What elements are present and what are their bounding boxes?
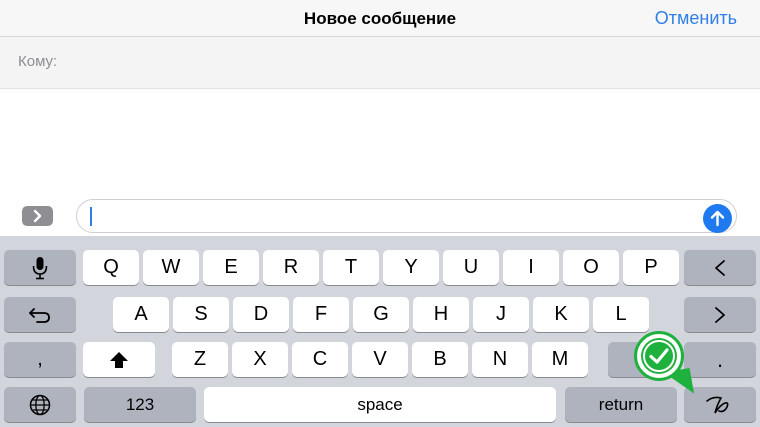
return-key[interactable]: return bbox=[565, 387, 677, 422]
conversation-area bbox=[0, 89, 760, 200]
dictation-key[interactable] bbox=[4, 250, 76, 285]
handwriting-icon bbox=[706, 396, 729, 413]
microphone-icon bbox=[32, 256, 48, 279]
key-w[interactable]: W bbox=[143, 250, 199, 285]
keyboard: Q W E R T Y U I O P A S D F G H J K L , … bbox=[0, 236, 760, 427]
key-i[interactable]: I bbox=[503, 250, 559, 285]
key-x[interactable]: X bbox=[232, 342, 288, 377]
key-y[interactable]: Y bbox=[383, 250, 439, 285]
backspace-icon bbox=[715, 259, 725, 276]
space-key[interactable]: space bbox=[204, 387, 556, 422]
backspace-key[interactable] bbox=[684, 250, 756, 285]
key-u[interactable]: U bbox=[443, 250, 499, 285]
handwriting-key[interactable] bbox=[684, 387, 756, 422]
numbers-key[interactable]: 123 bbox=[84, 387, 196, 422]
key-k[interactable]: K bbox=[533, 297, 589, 332]
chevron-right-icon bbox=[33, 209, 42, 223]
key-c[interactable]: C bbox=[292, 342, 348, 377]
key-g[interactable]: G bbox=[353, 297, 409, 332]
key-r[interactable]: R bbox=[263, 250, 319, 285]
text-caret bbox=[90, 207, 92, 226]
key-e[interactable]: E bbox=[203, 250, 259, 285]
key-b[interactable]: B bbox=[412, 342, 468, 377]
checkmark-icon bbox=[643, 340, 675, 372]
key-m[interactable]: M bbox=[532, 342, 588, 377]
key-a[interactable]: A bbox=[113, 297, 169, 332]
key-o[interactable]: O bbox=[563, 250, 619, 285]
send-button[interactable] bbox=[703, 204, 732, 233]
key-f[interactable]: F bbox=[293, 297, 349, 332]
key-n[interactable]: N bbox=[472, 342, 528, 377]
period-key[interactable]: . bbox=[684, 342, 756, 377]
key-t[interactable]: T bbox=[323, 250, 379, 285]
recipient-label: Кому: bbox=[18, 53, 58, 70]
globe-key[interactable] bbox=[4, 387, 76, 422]
key-v[interactable]: V bbox=[352, 342, 408, 377]
input-bar bbox=[0, 196, 760, 236]
key-h[interactable]: H bbox=[413, 297, 469, 332]
checkmark-badge bbox=[634, 331, 684, 381]
redo-icon bbox=[715, 306, 725, 323]
key-d[interactable]: D bbox=[233, 297, 289, 332]
redo-key[interactable] bbox=[684, 297, 756, 332]
globe-icon bbox=[29, 394, 51, 415]
checkmark-badge-circle bbox=[641, 338, 677, 374]
key-l[interactable]: L bbox=[593, 297, 649, 332]
undo-key[interactable] bbox=[4, 297, 76, 332]
expand-apps-button[interactable] bbox=[22, 206, 53, 226]
shift-key[interactable] bbox=[83, 342, 155, 377]
comma-key[interactable]: , bbox=[4, 342, 76, 377]
shift-icon bbox=[110, 351, 128, 368]
undo-icon bbox=[29, 307, 50, 323]
key-j[interactable]: J bbox=[473, 297, 529, 332]
key-q[interactable]: Q bbox=[83, 250, 139, 285]
message-input[interactable] bbox=[76, 199, 737, 233]
navigation-bar: Новое сообщение Отменить bbox=[0, 0, 760, 37]
key-s[interactable]: S bbox=[173, 297, 229, 332]
cancel-button[interactable]: Отменить bbox=[655, 0, 737, 37]
key-z[interactable]: Z bbox=[172, 342, 228, 377]
recipient-row[interactable]: Кому: bbox=[0, 37, 760, 89]
page-title: Новое сообщение bbox=[303, 9, 457, 28]
arrow-up-icon bbox=[710, 210, 725, 227]
key-p[interactable]: P bbox=[623, 250, 679, 285]
